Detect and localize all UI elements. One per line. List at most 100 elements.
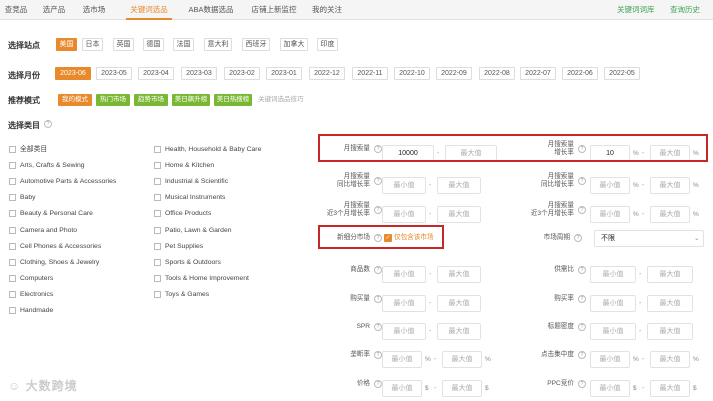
min-input[interactable]: 最小值	[382, 266, 426, 283]
max-input[interactable]: 最大值	[650, 177, 690, 194]
category-item[interactable]: Toys & Games	[154, 289, 209, 301]
help-icon[interactable]: ?	[374, 323, 382, 331]
month-option[interactable]: 2022-08	[479, 67, 515, 80]
help-icon[interactable]: ?	[574, 234, 582, 242]
tab-market[interactable]: 选市场	[80, 0, 108, 20]
max-input[interactable]: 最大值	[437, 323, 481, 340]
tab-products[interactable]: 选产品	[40, 0, 68, 20]
max-input[interactable]: 最大值	[442, 380, 482, 397]
category-item[interactable]: Beauty & Personal Care	[9, 208, 93, 220]
help-icon[interactable]: ?	[374, 380, 382, 388]
month-option[interactable]: 2022-12	[309, 67, 345, 80]
mode-mine[interactable]: 我的模式	[58, 94, 92, 106]
month-option[interactable]: 2022-10	[394, 67, 430, 80]
mode-hot[interactable]: 热门市场	[96, 94, 130, 106]
month-option[interactable]: 2023-02	[224, 67, 260, 80]
category-item[interactable]: Sports & Outdoors	[154, 257, 221, 269]
month-option[interactable]: 2023-06	[55, 67, 91, 80]
category-item[interactable]: Home & Kitchen	[154, 160, 214, 172]
category-checkbox[interactable]	[154, 210, 161, 218]
max-input[interactable]: 最大值	[650, 380, 690, 397]
category-item[interactable]: Handmade	[9, 305, 53, 317]
month-option[interactable]: 2023-01	[266, 67, 302, 80]
max-input[interactable]: 最大值	[647, 323, 693, 340]
tab-my-follow[interactable]: 我的关注	[310, 0, 344, 20]
help-icon[interactable]: ?	[374, 295, 382, 303]
category-checkbox[interactable]	[154, 226, 161, 234]
category-checkbox[interactable]	[9, 290, 16, 298]
category-checkbox[interactable]	[154, 162, 161, 170]
category-checkbox[interactable]	[154, 290, 161, 298]
category-item[interactable]: Arts, Crafts & Sewing	[9, 160, 85, 172]
category-checkbox[interactable]	[9, 194, 16, 202]
month-option[interactable]: 2022-09	[436, 67, 472, 80]
min-input[interactable]: 最小值	[382, 323, 426, 340]
category-checkbox[interactable]	[9, 210, 16, 218]
min-input[interactable]: 最小值	[590, 177, 630, 194]
category-item[interactable]: Health, Household & Baby Care	[154, 144, 261, 156]
category-item[interactable]: Computers	[9, 273, 53, 285]
max-input[interactable]: 最大值	[650, 351, 690, 368]
max-input[interactable]: 最大值	[437, 206, 481, 223]
mode-trend[interactable]: 趋势市场	[134, 94, 168, 106]
mode-us-jp-rise[interactable]: 美日飙升榜	[172, 94, 210, 106]
category-checkbox[interactable]	[154, 178, 161, 186]
help-icon[interactable]: ?	[578, 266, 586, 274]
category-item[interactable]: 全部类目	[9, 144, 47, 156]
min-input[interactable]: 最小值	[382, 177, 426, 194]
min-input[interactable]: 最小值	[382, 206, 426, 223]
category-item[interactable]: Patio, Lawn & Garden	[154, 225, 232, 237]
category-item[interactable]: Electronics	[9, 289, 53, 301]
category-item[interactable]: Camera and Photo	[9, 225, 77, 237]
max-input[interactable]: 最大值	[442, 351, 482, 368]
query-history-link[interactable]: 查询历史	[670, 0, 700, 20]
min-input[interactable]: 最小值	[590, 266, 636, 283]
category-checkbox[interactable]	[9, 242, 16, 250]
month-option[interactable]: 2022-06	[562, 67, 598, 80]
tab-competitor[interactable]: 查竞品	[2, 0, 30, 20]
category-checkbox[interactable]	[9, 162, 16, 170]
category-checkbox[interactable]	[154, 258, 161, 266]
category-item[interactable]: Cell Phones & Accessories	[9, 241, 101, 253]
site-in[interactable]: 印度	[317, 38, 338, 51]
site-uk[interactable]: 英国	[113, 38, 134, 51]
min-input[interactable]: 最小值	[382, 295, 426, 312]
keyword-tips-link[interactable]: 关键词选品技巧	[258, 94, 304, 106]
category-checkbox[interactable]	[154, 242, 161, 250]
min-input[interactable]: 最小值	[590, 323, 636, 340]
month-option[interactable]: 2022-11	[352, 67, 388, 80]
keyword-library-link[interactable]: 关键词词库	[617, 0, 655, 20]
month-option[interactable]: 2023-04	[138, 67, 174, 80]
help-icon[interactable]: ?	[578, 380, 586, 388]
max-input[interactable]: 最大值	[647, 266, 693, 283]
month-option[interactable]: 2022-07	[520, 67, 556, 80]
category-checkbox[interactable]	[9, 274, 16, 282]
max-input[interactable]: 最大值	[437, 266, 481, 283]
help-icon[interactable]: ?	[374, 177, 382, 185]
tab-aba-selection[interactable]: ABA数据选品	[184, 0, 238, 20]
min-input[interactable]: 最小值	[590, 206, 630, 223]
site-jp[interactable]: 日本	[82, 38, 103, 51]
max-input[interactable]: 最大值	[437, 177, 481, 194]
max-input[interactable]: 最大值	[650, 206, 690, 223]
category-item[interactable]: Office Products	[154, 208, 211, 220]
min-input[interactable]: 最小值	[590, 380, 630, 397]
category-item[interactable]: Baby	[9, 192, 36, 204]
tab-keyword-selection[interactable]: 关键词选品	[126, 0, 172, 20]
site-fr[interactable]: 法国	[173, 38, 194, 51]
mode-us-jp-hot-search[interactable]: 美日热搜榜	[214, 94, 252, 106]
category-item[interactable]: Musical Instruments	[154, 192, 225, 204]
tab-store-monitor[interactable]: 店铺上新监控	[248, 0, 300, 20]
site-us[interactable]: 美国	[56, 38, 77, 51]
category-checkbox[interactable]	[9, 146, 16, 153]
market-cycle-select[interactable]: 不限	[594, 230, 704, 247]
category-checkbox[interactable]	[154, 146, 161, 153]
site-ca[interactable]: 加拿大	[280, 38, 308, 51]
category-checkbox[interactable]	[154, 274, 161, 282]
category-item[interactable]: Industrial & Scientific	[154, 176, 228, 188]
site-it[interactable]: 意大利	[204, 38, 232, 51]
category-checkbox[interactable]	[9, 178, 16, 186]
site-de[interactable]: 德国	[143, 38, 164, 51]
month-option[interactable]: 2023-03	[181, 67, 217, 80]
min-input[interactable]: 最小值	[382, 380, 422, 397]
